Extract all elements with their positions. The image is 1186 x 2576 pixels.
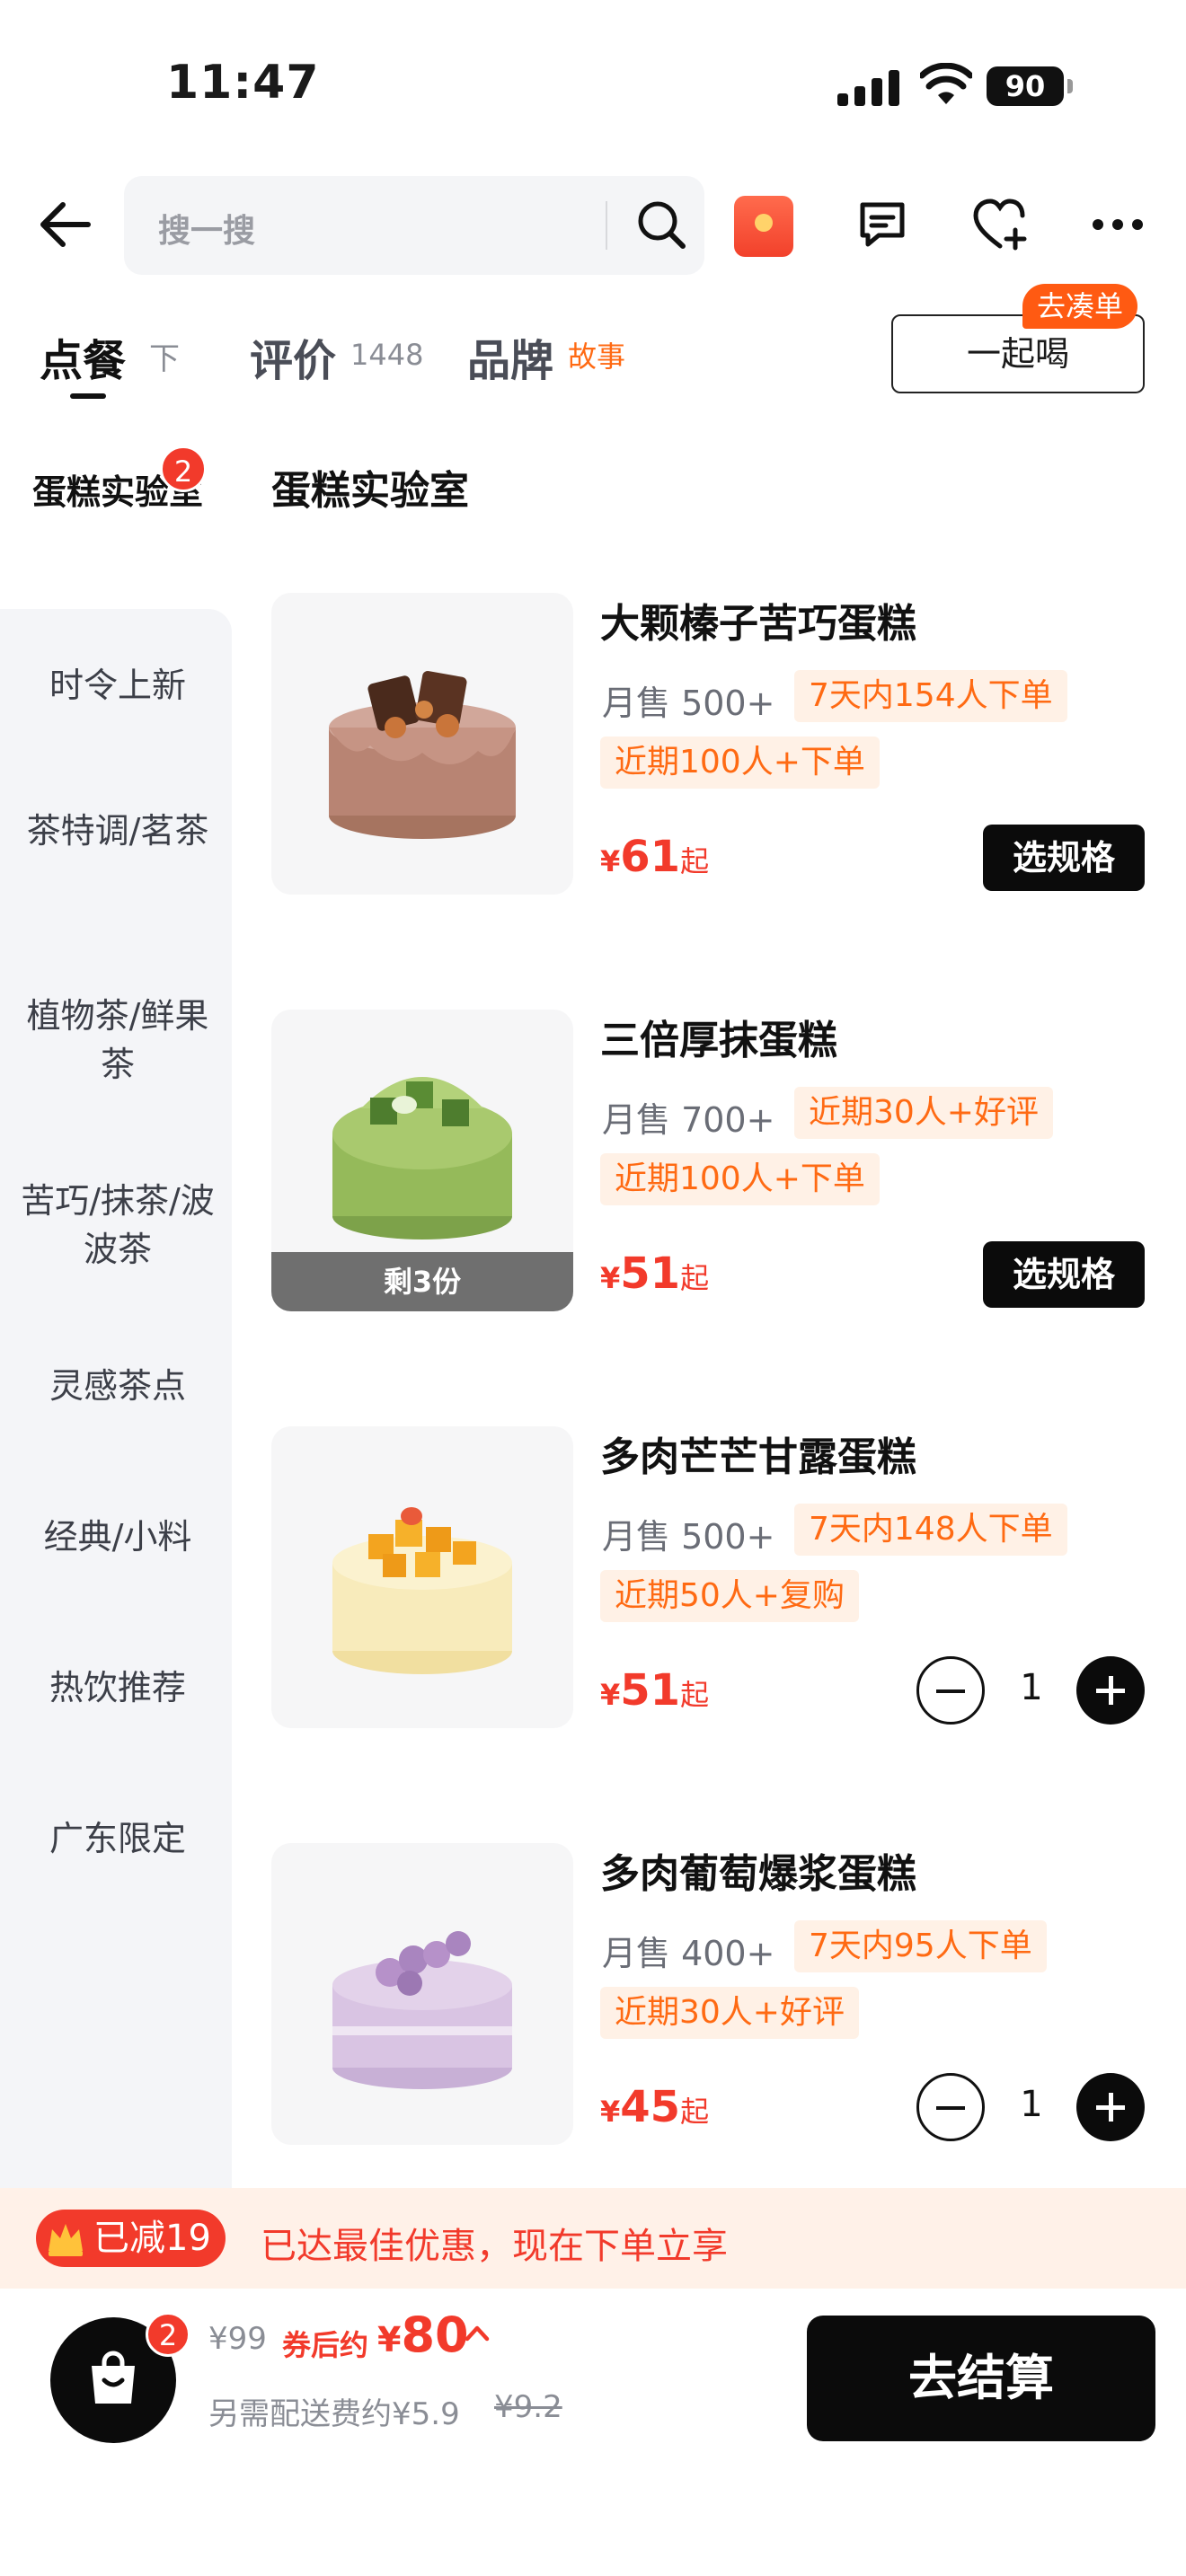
original-price: ¥99 (208, 2321, 267, 2357)
product-sales: 月售 500+ (602, 684, 775, 723)
product-tag: 近期30人+好评 (794, 1087, 1053, 1139)
back-arrow-icon[interactable] (36, 199, 93, 250)
chevron-up-icon[interactable] (462, 2317, 492, 2348)
price-suffix: 起 (680, 1261, 710, 1295)
discount-pill: 已减19 (36, 2210, 226, 2267)
favorite-add-icon[interactable] (970, 196, 1030, 253)
product-sales: 月售 400+ (602, 1934, 775, 1973)
final-price-value: 80 (401, 2307, 469, 2363)
search-placeholder: 搜一搜 (158, 213, 256, 250)
crown-icon (49, 2224, 83, 2256)
decrease-quantity-button[interactable] (916, 2073, 985, 2141)
product-name[interactable]: 多肉芒芒甘露蛋糕 (600, 1425, 916, 1482)
decrease-quantity-button[interactable] (916, 1656, 985, 1725)
sidebar-item-hot-drinks[interactable]: 热饮推荐 (13, 1663, 223, 1712)
product-name[interactable]: 多肉葡萄爆浆蛋糕 (600, 1841, 916, 1899)
product-tag: 近期30人+好评 (600, 1987, 859, 2039)
price-currency: ¥ (600, 1261, 621, 1295)
select-spec-button[interactable]: 选规格 (983, 1241, 1145, 1308)
sidebar-item-guangdong[interactable]: 广东限定 (13, 1814, 223, 1863)
tab-brand[interactable]: 品牌 (467, 325, 553, 388)
select-spec-button[interactable]: 选规格 (983, 825, 1145, 891)
sidebar-item-fruit-tea[interactable]: 植物茶/鲜果茶 (13, 992, 223, 1089)
product-price: ¥51起 (600, 1248, 709, 1299)
sidebar-count-badge: 2 (160, 446, 207, 492)
discount-pill-label: 已减19 (93, 2218, 211, 2259)
status-time: 11:47 (166, 56, 320, 110)
price-suffix: 起 (680, 1678, 710, 1712)
product-price: ¥51起 (600, 1665, 709, 1716)
price-currency: ¥ (600, 1678, 621, 1712)
price-value: 45 (620, 2082, 681, 2132)
promo-text: 已达最佳优惠，现在下单立享 (261, 2226, 728, 2267)
product-image[interactable]: 剩3份 (271, 1010, 573, 1311)
product-sales: 月售 700+ (602, 1100, 775, 1140)
shopping-bag-icon (92, 2351, 135, 2404)
coupon-price-label: 券后约 (282, 2328, 369, 2362)
product-price: ¥45起 (600, 2082, 709, 2132)
sidebar-item-seasonal[interactable]: 时令上新 (13, 661, 223, 710)
sidebar-item-matcha-boba[interactable]: 苦巧/抹茶/波波茶 (13, 1177, 223, 1274)
price-suffix: 起 (680, 844, 710, 878)
sidebar-item-snacks[interactable]: 灵感茶点 (13, 1362, 223, 1410)
price-value: 51 (620, 1665, 681, 1716)
final-price: ¥80 (377, 2307, 469, 2363)
product-tag: 近期100人+下单 (600, 737, 880, 789)
search-input[interactable]: 搜一搜 (124, 176, 704, 275)
tab-brand-story: 故事 (568, 340, 626, 374)
product-price: ¥61起 (600, 832, 709, 882)
wifi-icon (920, 63, 972, 104)
product-image[interactable] (271, 1843, 573, 2145)
tab-order[interactable]: 点餐 (40, 325, 126, 388)
sidebar-item-classic[interactable]: 经典/小料 (13, 1513, 223, 1561)
group-order-tag: 去凑单 (1022, 284, 1138, 329)
red-packet-icon[interactable] (734, 196, 793, 257)
search-divider (606, 201, 607, 250)
increase-quantity-button[interactable] (1076, 1656, 1145, 1725)
price-suffix: 起 (680, 2095, 710, 2129)
battery-indicator: 90 (987, 66, 1073, 106)
product-name[interactable]: 大颗榛子苦巧蛋糕 (600, 591, 916, 648)
final-price-currency: ¥ (377, 2320, 402, 2360)
message-icon[interactable] (855, 198, 909, 251)
tab-review-count: 1448 (350, 338, 424, 372)
stock-remaining: 剩3份 (271, 1252, 573, 1311)
product-tag: 7天内148人下单 (794, 1504, 1067, 1556)
tab-active-indicator (70, 393, 106, 399)
product-image[interactable] (271, 1426, 573, 1728)
sidebar-item-special-tea[interactable]: 茶特调/茗茶 (13, 807, 223, 855)
quantity-value: 1 (1020, 1667, 1043, 1708)
tab-review[interactable]: 评价 (250, 325, 336, 388)
increase-quantity-button[interactable] (1076, 2073, 1145, 2141)
tab-pin-indicator: 下 (149, 341, 180, 377)
delivery-fee: 另需配送费约¥5.9 (208, 2396, 460, 2432)
delivery-fee-original: ¥9.2 (494, 2389, 562, 2425)
checkout-button[interactable]: 去结算 (807, 2316, 1155, 2441)
section-title: 蛋糕实验室 (271, 468, 469, 514)
price-value: 61 (620, 832, 681, 882)
quantity-value: 1 (1020, 2084, 1043, 2125)
search-icon[interactable] (634, 198, 688, 251)
product-tag: 近期50人+复购 (600, 1570, 859, 1622)
product-tag: 7天内154人下单 (794, 670, 1067, 722)
price-currency: ¥ (600, 2095, 621, 2129)
more-icon[interactable] (1091, 214, 1145, 235)
product-sales: 月售 500+ (602, 1517, 775, 1557)
product-tag: 7天内95人下单 (794, 1920, 1047, 1972)
price-value: 51 (620, 1248, 681, 1299)
product-name[interactable]: 三倍厚抹蛋糕 (600, 1008, 837, 1065)
product-tag: 近期100人+下单 (600, 1153, 880, 1205)
cellular-signal-icon (837, 70, 899, 106)
product-image[interactable] (271, 593, 573, 895)
price-currency: ¥ (600, 844, 621, 878)
battery-level: 90 (987, 66, 1064, 106)
cart-count-badge: 2 (146, 2312, 190, 2357)
